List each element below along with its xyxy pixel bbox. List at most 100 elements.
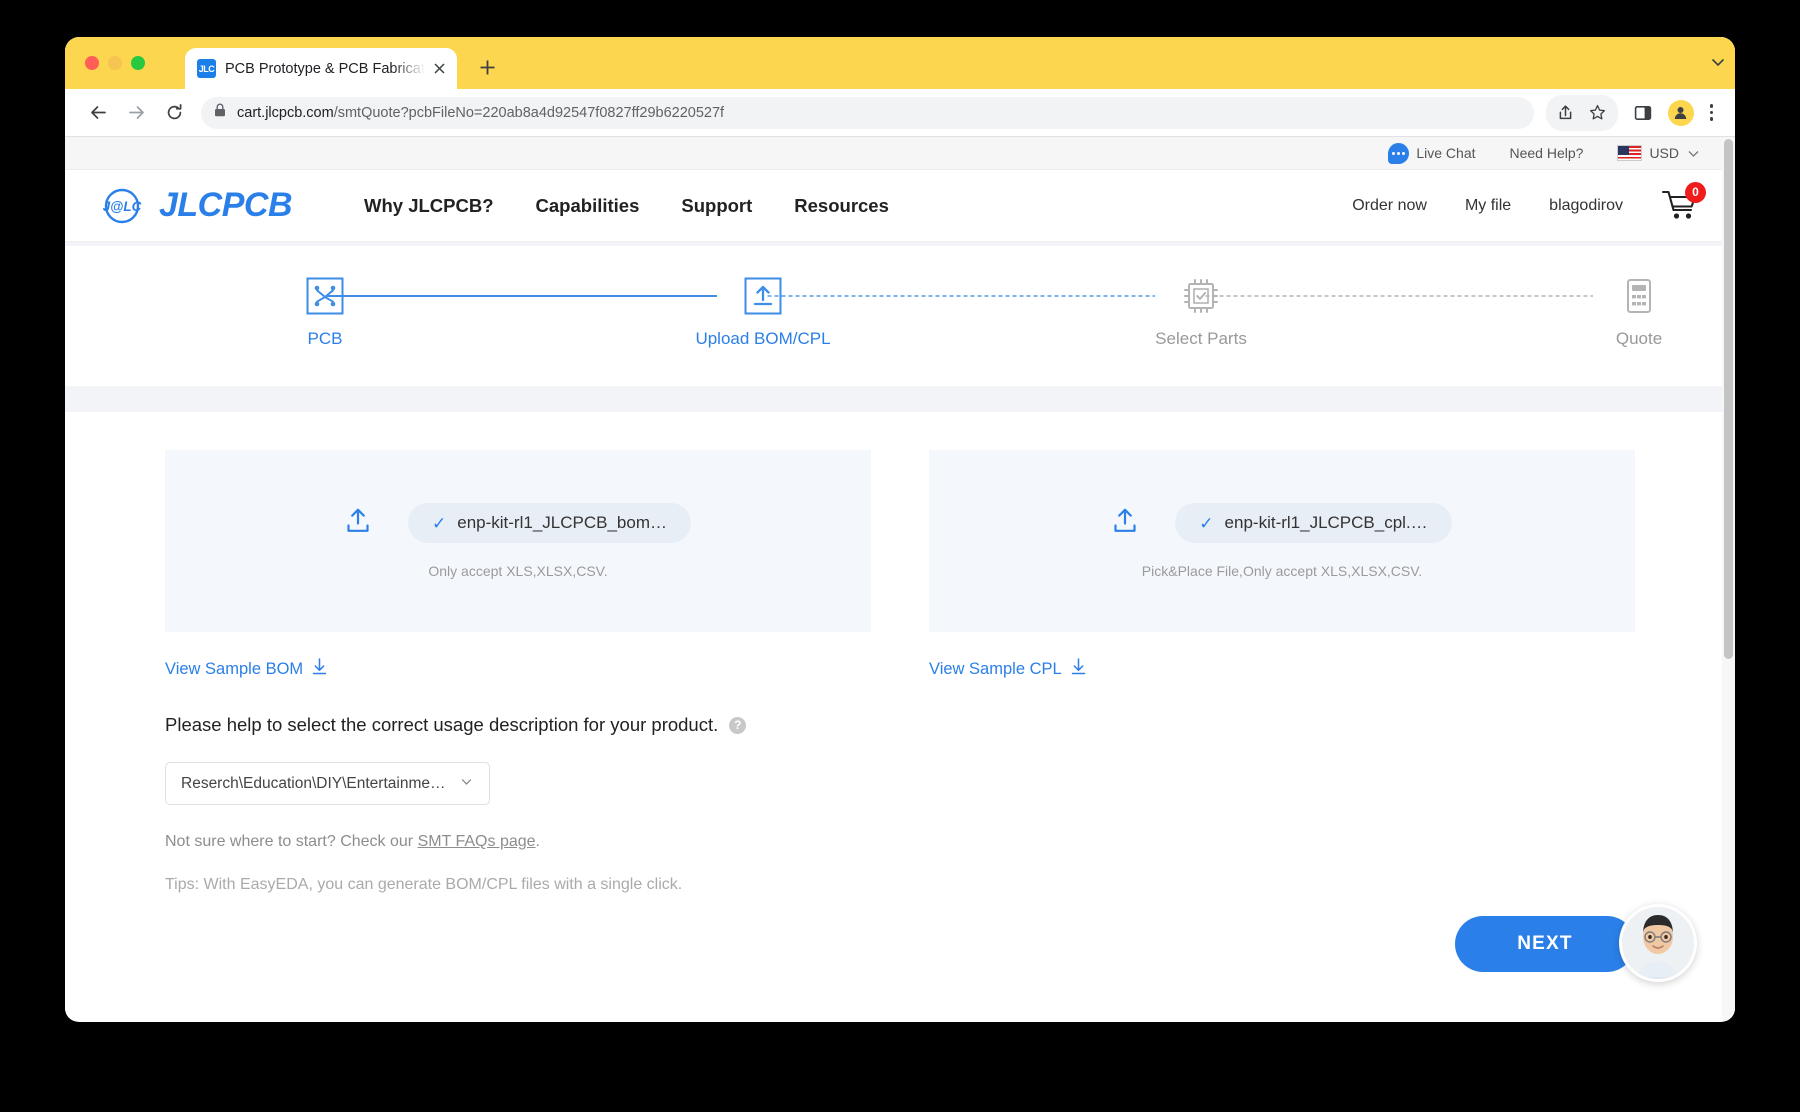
sample-links-row: View Sample BOM View Sample CPL (65, 632, 1735, 680)
back-button[interactable] (81, 96, 115, 130)
faq-note-prefix: Not sure where to start? Check our (165, 833, 418, 850)
need-help-label: Need Help? (1509, 145, 1584, 161)
minimize-window-button[interactable] (108, 56, 122, 70)
help-icon[interactable]: ? (729, 716, 747, 734)
live-chat-button[interactable]: Live Chat (1388, 142, 1476, 164)
bom-file-chip[interactable]: ✓ enp-kit-rl1_JLCPCB_bom… (408, 503, 691, 543)
check-icon: ✓ (432, 513, 447, 533)
usage-description-select[interactable]: Reserch\Education\DIY\Entertainment… (165, 762, 490, 805)
view-sample-bom-link[interactable]: View Sample BOM (165, 658, 327, 680)
checkout-stepper: PCB Upload BOM/CPL Select Parts Quote (65, 246, 1735, 386)
url-path: /smtQuote?pcbFileNo=220ab8a4d92547f0827f… (333, 104, 725, 121)
browser-tab-strip: JLC PCB Prototype & PCB Fabricati (65, 37, 1735, 89)
page-viewport: Live Chat Need Help? USD J@LC JLCPCB Why… (65, 137, 1735, 1021)
side-panel-icon[interactable] (1628, 98, 1658, 128)
page-scrollbar[interactable] (1722, 137, 1735, 1021)
nav-link-resources[interactable]: Resources (794, 195, 889, 217)
check-icon: ✓ (1199, 513, 1214, 533)
stepper-band-divider (65, 386, 1735, 412)
support-agent-avatar[interactable] (1619, 904, 1697, 982)
bom-upload-hint: Only accept XLS,XLSX,CSV. (428, 563, 608, 579)
live-chat-label: Live Chat (1416, 145, 1476, 161)
cpl-file-name: enp-kit-rl1_JLCPCB_cpl.… (1224, 513, 1428, 532)
new-tab-button[interactable] (479, 57, 496, 81)
stepper-step-select-parts[interactable]: Select Parts (1121, 277, 1281, 349)
jlcpcb-logo-text: JLCPCB (159, 186, 293, 224)
browser-window: JLC PCB Prototype & PCB Fabricati cart.j… (65, 37, 1735, 1022)
view-sample-cpl-link[interactable]: View Sample CPL (929, 658, 1086, 680)
download-icon (1071, 658, 1086, 680)
cpl-upload-dropzone[interactable]: ✓ enp-kit-rl1_JLCPCB_cpl.… Pick&Place Fi… (929, 450, 1635, 632)
chip-check-icon (1182, 277, 1220, 315)
bom-upload-inner: ✓ enp-kit-rl1_JLCPCB_bom… (345, 503, 691, 543)
browser-tab[interactable]: JLC PCB Prototype & PCB Fabricati (185, 48, 457, 89)
stepper-label-select-parts: Select Parts (1155, 329, 1247, 348)
window-traffic-lights (85, 56, 145, 70)
nav-link-capabilities[interactable]: Capabilities (536, 195, 640, 217)
tab-title: PCB Prototype & PCB Fabricati (225, 60, 425, 77)
nav-links: Why JLCPCB? Capabilities Support Resourc… (364, 195, 889, 217)
desktop-background: JLC PCB Prototype & PCB Fabricati cart.j… (0, 0, 1800, 1112)
tab-close-icon[interactable] (434, 60, 445, 77)
bom-file-name: enp-kit-rl1_JLCPCB_bom… (457, 513, 667, 532)
address-bar-url: cart.jlcpcb.com/smtQuote?pcbFileNo=220ab… (237, 105, 724, 121)
nav-link-account-username[interactable]: blagodirov (1549, 197, 1623, 215)
next-button[interactable]: NEXT (1455, 916, 1635, 972)
bookmark-star-icon[interactable] (1583, 98, 1613, 128)
cart-count-badge: 0 (1685, 181, 1706, 203)
chat-bubble-icon (1388, 142, 1410, 164)
jlcpcb-logo-mark-icon: J@LC (95, 186, 149, 226)
nav-link-why-jlcpcb[interactable]: Why JLCPCB? (364, 195, 494, 217)
pcb-board-icon (306, 277, 344, 315)
jlcpcb-logo[interactable]: J@LC JLCPCB (95, 186, 293, 226)
browser-menu-icon[interactable] (1704, 104, 1719, 121)
upload-cards-row: ✓ enp-kit-rl1_JLCPCB_bom… Only accept XL… (65, 450, 1735, 632)
stepper-label-pcb: PCB (307, 329, 343, 348)
svg-text:J@LC: J@LC (103, 199, 142, 214)
usage-description-block: Please help to select the correct usage … (65, 680, 1735, 894)
nav-right-links: Order now My file blagodirov 0 (1352, 181, 1706, 225)
address-bar-action-pill (1545, 94, 1618, 131)
stepper-label-quote: Quote (1615, 329, 1663, 348)
forward-button[interactable] (119, 96, 153, 130)
cart-icon (1661, 190, 1699, 225)
reload-button[interactable] (157, 96, 191, 130)
view-sample-cpl-label: View Sample CPL (929, 659, 1062, 678)
maximize-window-button[interactable] (131, 56, 145, 70)
chevron-down-icon (459, 774, 474, 794)
cpl-upload-inner: ✓ enp-kit-rl1_JLCPCB_cpl.… (1112, 503, 1452, 543)
tab-favicon: JLC (197, 59, 216, 78)
cpl-file-chip[interactable]: ✓ enp-kit-rl1_JLCPCB_cpl.… (1175, 503, 1452, 543)
page-scrollbar-thumb[interactable] (1724, 139, 1733, 659)
lock-icon (214, 103, 226, 122)
bom-upload-icon[interactable] (345, 508, 371, 539)
upload-icon (744, 277, 782, 315)
bom-upload-dropzone[interactable]: ✓ enp-kit-rl1_JLCPCB_bom… Only accept XL… (165, 450, 871, 632)
nav-link-support[interactable]: Support (681, 195, 752, 217)
profile-avatar-icon[interactable] (1667, 99, 1694, 126)
us-flag-icon (1617, 145, 1643, 161)
site-main-nav: J@LC JLCPCB Why JLCPCB? Capabilities Sup… (65, 170, 1735, 242)
cart-button[interactable]: 0 (1661, 181, 1706, 225)
site-utility-bar: Live Chat Need Help? USD (65, 137, 1735, 170)
currency-selector[interactable]: USD (1617, 145, 1701, 161)
cpl-upload-hint: Pick&Place File,Only accept XLS,XLSX,CSV… (1141, 563, 1423, 579)
smt-faqs-page-link[interactable]: SMT FAQs page (418, 833, 536, 850)
stepper-band: PCB Upload BOM/CPL Select Parts Quote (65, 242, 1735, 412)
stepper-step-pcb[interactable]: PCB (245, 277, 405, 349)
nav-link-my-file[interactable]: My file (1465, 197, 1511, 215)
cpl-upload-icon[interactable] (1112, 508, 1138, 539)
stepper-step-upload-bom-cpl[interactable]: Upload BOM/CPL (683, 277, 843, 349)
close-window-button[interactable] (85, 56, 99, 70)
toolbar-actions (1545, 94, 1719, 131)
address-bar[interactable]: cart.jlcpcb.com/smtQuote?pcbFileNo=220ab… (201, 96, 1534, 129)
page-content: ✓ enp-kit-rl1_JLCPCB_bom… Only accept XL… (65, 412, 1735, 982)
bom-sample-col: View Sample BOM (165, 658, 871, 680)
share-icon[interactable] (1551, 98, 1581, 128)
nav-link-order-now[interactable]: Order now (1352, 197, 1427, 215)
url-domain: cart.jlcpcb.com (237, 104, 334, 121)
cpl-sample-col: View Sample CPL (929, 658, 1635, 680)
need-help-link[interactable]: Need Help? (1510, 145, 1584, 161)
usage-description-selected-value: Reserch\Education\DIY\Entertainment… (181, 774, 449, 792)
stepper-step-quote[interactable]: Quote (1559, 277, 1719, 349)
